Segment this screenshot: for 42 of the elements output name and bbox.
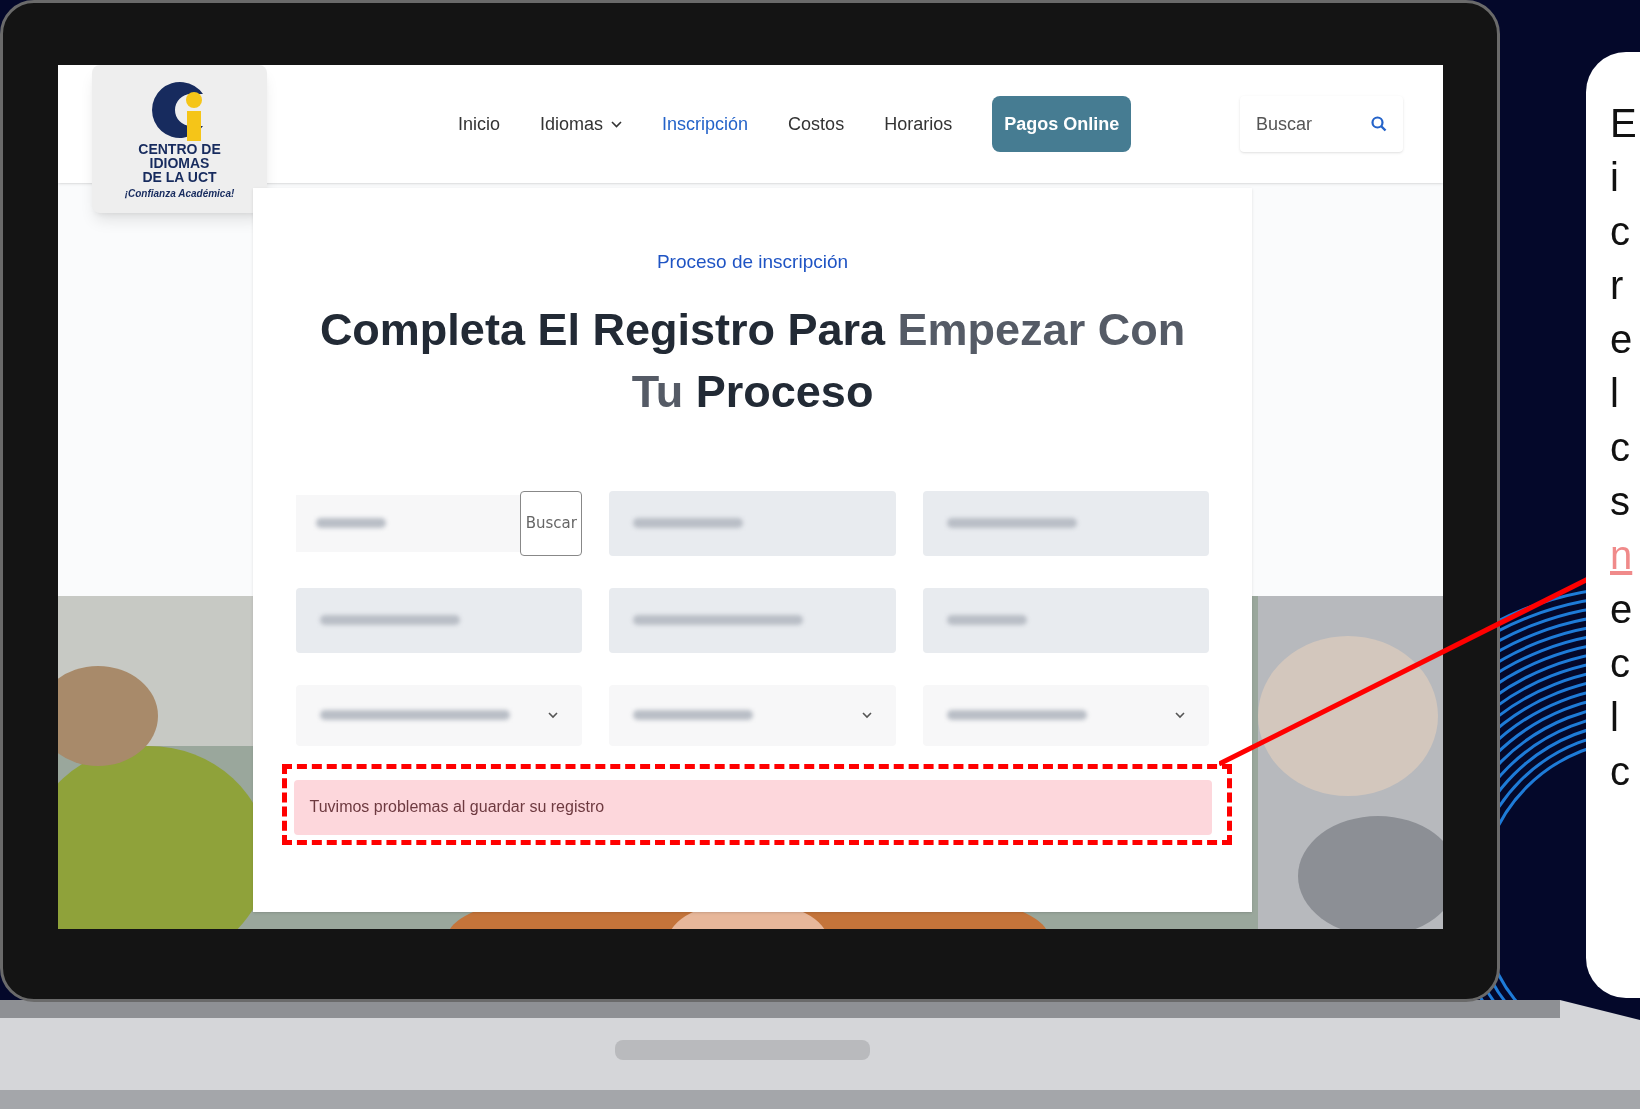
callout-text: e [1610, 586, 1634, 633]
input-field[interactable] [609, 587, 896, 653]
nav-link[interactable]: Horarios [884, 110, 953, 138]
logo-text: DE LA UCT [142, 169, 217, 184]
search-field[interactable]: Buscar [1240, 96, 1403, 152]
error-alert: Tuvimos problemas al guardar su registro [293, 779, 1212, 835]
nav-link[interactable]: Costos [788, 110, 845, 138]
select-field[interactable] [922, 684, 1209, 746]
logo-tagline: ¡Confianza Académica! [124, 186, 235, 201]
nav-link[interactable]: Idiomas [540, 110, 623, 138]
input-field[interactable] [922, 490, 1209, 556]
select-field[interactable] [609, 684, 896, 746]
blurred-placeholder [316, 518, 386, 528]
chevron-down-icon [611, 120, 623, 128]
callout-text: r [1610, 262, 1625, 309]
eyebrow-text: Proceso de inscripción [656, 250, 849, 274]
callout-text: c [1610, 748, 1631, 795]
callout-text: i [1610, 154, 1620, 201]
callout-text: l [1610, 694, 1620, 741]
callout-text: s [1610, 478, 1631, 525]
nav-link[interactable]: Inscripción [662, 110, 749, 138]
input-field[interactable] [609, 490, 896, 556]
input-field[interactable] [296, 587, 583, 653]
callout-text: e [1610, 316, 1634, 363]
search-button[interactable]: Buscar [520, 490, 583, 556]
callout-text: l [1610, 370, 1620, 417]
chevron-down-icon [548, 711, 559, 719]
callout-text: c [1610, 640, 1631, 687]
input-field[interactable] [922, 587, 1209, 653]
select-field[interactable] [296, 684, 583, 746]
callout-text: E [1610, 100, 1638, 147]
chevron-down-icon [861, 711, 872, 719]
callout-text: c [1610, 208, 1631, 255]
logo-text: CENTRO DE [138, 141, 221, 156]
input-field[interactable] [296, 494, 521, 552]
callout-text: c [1610, 424, 1631, 471]
page-heading: Completa El Registro Para Empezar Con Tu Proceso [318, 302, 1187, 419]
logo-text: IDIOMAS [149, 155, 210, 170]
search-icon [1371, 116, 1387, 132]
pagos-online-button[interactable]: Pagos Online [992, 96, 1132, 152]
chevron-down-icon [1175, 711, 1185, 719]
nav-link[interactable]: Inicio [458, 110, 501, 138]
